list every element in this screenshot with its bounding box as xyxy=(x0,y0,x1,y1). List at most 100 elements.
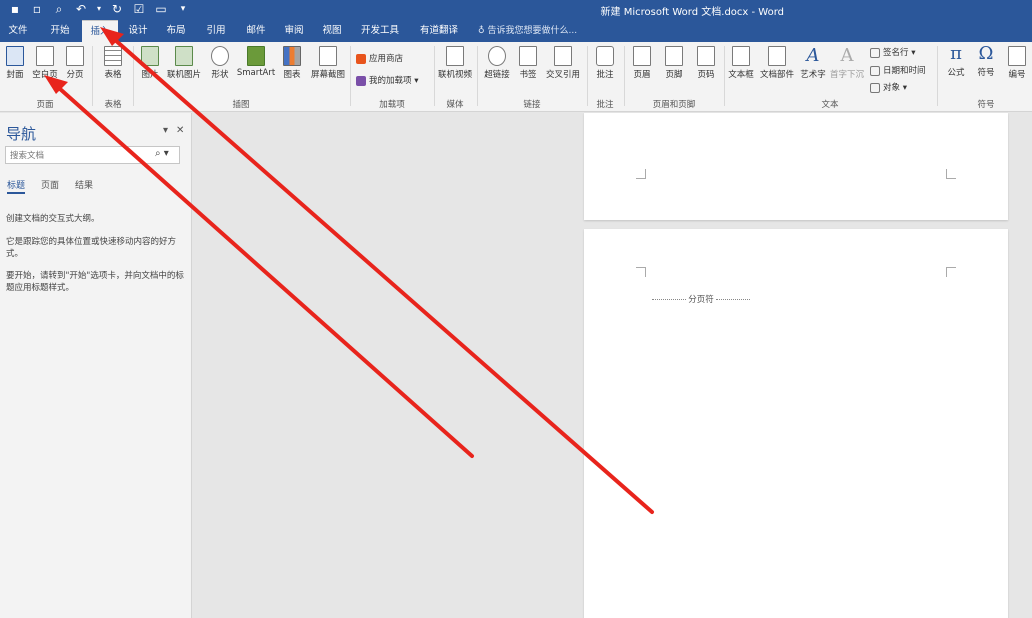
object-icon xyxy=(870,82,880,93)
group-separator xyxy=(587,46,588,106)
document-page-2[interactable]: 分页符 xyxy=(584,229,1008,618)
screenshot-button[interactable]: 屏幕截图 xyxy=(308,46,348,80)
comment-button[interactable]: 批注 xyxy=(590,46,620,80)
online-pictures-icon xyxy=(175,46,193,66)
tab-youdao[interactable]: 有道翻译 xyxy=(414,20,464,42)
textbox-icon xyxy=(732,46,750,66)
footer-button[interactable]: 页脚 xyxy=(660,46,688,80)
number-button[interactable]: 编号 xyxy=(1003,46,1031,80)
dropcap-icon: A xyxy=(840,45,854,66)
group-label-pages: 页面 xyxy=(36,100,54,110)
number-icon xyxy=(1008,46,1026,66)
quick-parts-button[interactable]: 文档部件 xyxy=(758,46,796,80)
cover-page-icon xyxy=(6,46,24,66)
dropcap-button[interactable]: A 首字下沉 xyxy=(828,45,866,81)
cross-reference-icon xyxy=(554,46,572,66)
equation-button[interactable]: π 公式 xyxy=(941,44,971,79)
tab-layout[interactable]: 布局 xyxy=(162,20,190,42)
page-break-icon xyxy=(66,46,84,66)
cover-page-button[interactable]: 封面 xyxy=(2,46,28,80)
header-icon xyxy=(633,46,651,66)
quick-parts-icon xyxy=(768,46,786,66)
group-label-text: 文本 xyxy=(821,100,839,110)
group-separator xyxy=(133,46,134,106)
object-button[interactable]: 对象 ▾ xyxy=(870,81,907,93)
smartart-icon xyxy=(247,46,265,66)
omega-icon: Ω xyxy=(978,43,994,64)
document-page-1[interactable] xyxy=(584,113,1008,220)
smartart-button[interactable]: SmartArt xyxy=(236,46,276,78)
textbox-button[interactable]: 文本框 xyxy=(726,46,756,80)
blank-page-button[interactable]: 空白页 xyxy=(30,46,60,80)
camera-icon xyxy=(319,46,337,66)
dotted-line xyxy=(716,299,751,300)
shapes-button[interactable]: 形状 xyxy=(206,46,234,80)
nav-tabs: 标题 页面 结果 xyxy=(7,178,93,194)
page-break-button[interactable]: 分页 xyxy=(62,46,88,80)
dropdown-icon: ▾ xyxy=(411,76,419,86)
search-icon[interactable]: ⌕ ▾ xyxy=(155,148,169,159)
group-separator xyxy=(624,46,625,106)
addins-icon xyxy=(356,75,366,86)
margin-corner-mark xyxy=(636,267,646,277)
nav-options-icon[interactable]: ▾ xyxy=(163,125,168,136)
chart-button[interactable]: 图表 xyxy=(278,46,306,80)
comment-icon xyxy=(596,46,614,66)
nav-tab-results[interactable]: 结果 xyxy=(75,178,93,194)
nav-help-text-2: 它是跟踪您的具体位置或快速移动内容的好方式。 xyxy=(6,237,177,259)
group-label-symbols: 符号 xyxy=(977,100,995,110)
store-button[interactable]: 应用商店 xyxy=(356,52,403,64)
group-separator xyxy=(477,46,478,106)
cross-reference-button[interactable]: 交叉引用 xyxy=(542,46,584,80)
page-number-button[interactable]: 页码 xyxy=(692,46,720,80)
lightbulb-icon: ♁ xyxy=(478,26,485,36)
tab-review[interactable]: 审阅 xyxy=(280,20,308,42)
margin-corner-mark xyxy=(946,267,956,277)
online-video-icon xyxy=(446,46,464,66)
nav-tab-pages[interactable]: 页面 xyxy=(41,178,59,194)
tab-mailings[interactable]: 邮件 xyxy=(242,20,270,42)
close-icon[interactable]: ✕ xyxy=(176,125,184,136)
tab-insert[interactable]: 插入 xyxy=(82,20,118,42)
tell-me-box[interactable]: ♁ 告诉我您想要做什么... xyxy=(478,20,577,42)
tab-references[interactable]: 引用 xyxy=(202,20,230,42)
group-label-addins: 加载项 xyxy=(379,100,405,110)
group-label-header-footer: 页眉和页脚 xyxy=(652,100,696,110)
header-button[interactable]: 页眉 xyxy=(628,46,656,80)
online-video-button[interactable]: 联机视频 xyxy=(436,46,474,80)
wordart-button[interactable]: A 艺术字 xyxy=(798,45,828,81)
nav-help-text-1: 创建文档的交互式大纲。 xyxy=(6,214,100,224)
table-button[interactable]: 表格 xyxy=(98,46,128,80)
store-icon xyxy=(356,53,366,64)
wordart-icon: A xyxy=(806,45,820,66)
document-canvas[interactable]: 分页符 xyxy=(193,113,1032,618)
page-break-marker: 分页符 xyxy=(648,293,754,305)
tab-design[interactable]: 设计 xyxy=(124,20,152,42)
tab-home[interactable]: 开始 xyxy=(44,20,76,42)
date-time-button[interactable]: 日期和时间 xyxy=(870,64,926,76)
bookmark-button[interactable]: 书签 xyxy=(514,46,542,80)
online-pictures-button[interactable]: 联机图片 xyxy=(164,46,204,80)
navigation-pane: 导航 ▾ ✕ ⌕ ▾ 标题 页面 结果 创建文档的交互式大纲。 它是跟踪您的具体… xyxy=(0,113,192,618)
symbol-button[interactable]: Ω 符号 xyxy=(972,43,1000,79)
group-separator xyxy=(937,46,938,106)
nav-help-text-3: 要开始，请转到"开始"选项卡，并向文档中的标题应用标题样式。 xyxy=(6,271,184,293)
signature-line-button[interactable]: 签名行 ▾ xyxy=(870,46,915,58)
group-separator xyxy=(434,46,435,106)
my-addins-button[interactable]: 我的加载项 ▾ xyxy=(356,74,418,86)
tab-view[interactable]: 视图 xyxy=(318,20,346,42)
nav-pane-title: 导航 xyxy=(6,125,37,143)
tab-file[interactable]: 文件 xyxy=(4,20,32,42)
nav-tab-headings[interactable]: 标题 xyxy=(7,178,26,194)
group-label-tables: 表格 xyxy=(104,100,122,110)
group-label-illustrations: 插图 xyxy=(232,100,250,110)
signature-icon xyxy=(870,47,880,58)
dotted-line xyxy=(651,299,686,300)
nav-search-input[interactable] xyxy=(5,146,180,164)
blank-page-icon xyxy=(36,46,54,66)
tab-developer[interactable]: 开发工具 xyxy=(358,20,402,42)
group-separator xyxy=(350,46,351,106)
hyperlink-button[interactable]: 超链接 xyxy=(481,46,513,80)
page-number-icon xyxy=(697,46,715,66)
picture-button[interactable]: 图片 xyxy=(136,46,164,80)
